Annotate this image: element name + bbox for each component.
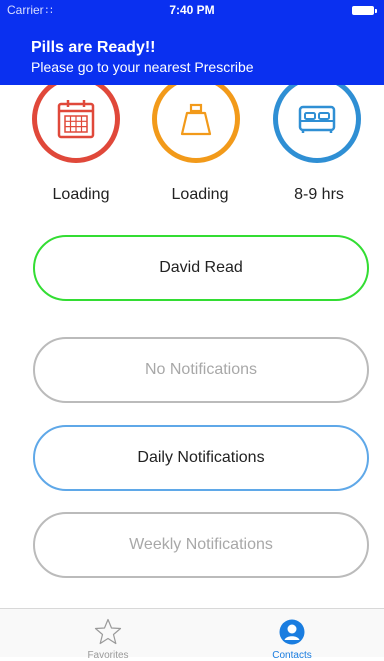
tab-contacts[interactable]: Contacts (196, 609, 384, 661)
tab-favorites[interactable]: Favorites (12, 609, 204, 661)
notification-title: Pills are Ready!! (31, 39, 156, 56)
weight-circle[interactable] (152, 75, 240, 163)
weekly-notifications-button[interactable]: Weekly Notifications (33, 512, 369, 578)
weight-icon (180, 103, 212, 136)
daily-notifications-button[interactable]: Daily Notifications (33, 425, 369, 491)
no-notifications-button[interactable]: No Notifications (33, 337, 369, 403)
calendar-circle[interactable] (32, 75, 120, 163)
weight-stat-label: Loading (171, 186, 229, 203)
battery-icon (352, 6, 377, 15)
contacts-icon (279, 619, 305, 645)
calendar-stat-label: Loading (52, 186, 110, 203)
status-bar: Carrier ∷ 7:40 PM (0, 0, 384, 20)
status-time: 7:40 PM (169, 3, 215, 17)
tab-bar: Favorites Contacts (0, 608, 384, 661)
user-name-button[interactable]: David Read (33, 235, 369, 301)
notification-banner[interactable]: Carrier ∷ 7:40 PM Pills are Ready!! Pleas… (0, 0, 384, 85)
sleep-stat-label: 8-9 hrs (294, 186, 344, 203)
calendar-icon (57, 100, 95, 139)
notification-message: Please go to your nearest Prescribe (31, 59, 254, 75)
star-icon (94, 618, 122, 645)
sleep-circle[interactable] (273, 75, 361, 163)
tab-contacts-label: Contacts (272, 650, 312, 661)
tab-favorites-label: Favorites (87, 650, 129, 661)
bed-icon (298, 105, 336, 133)
